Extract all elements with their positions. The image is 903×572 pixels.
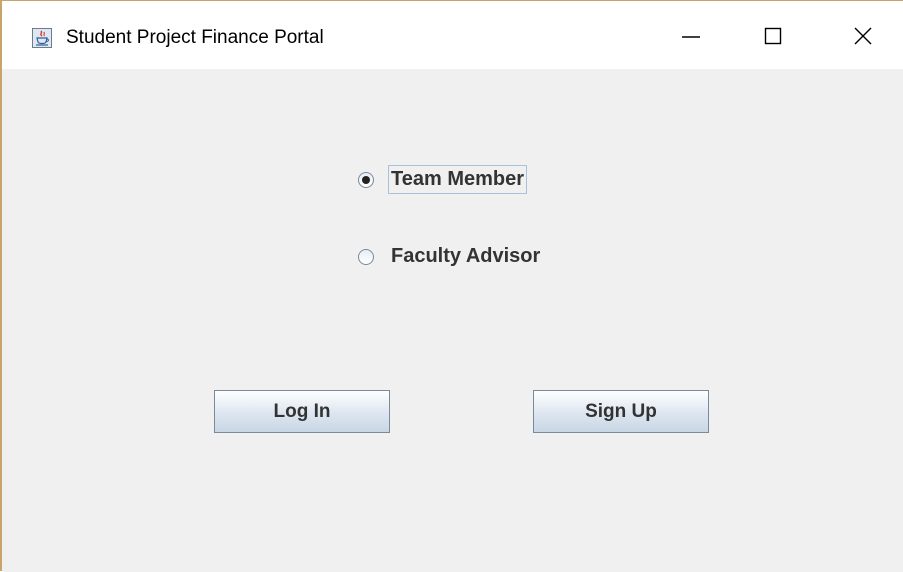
title-bar[interactable]: Student Project Finance Portal: [2, 1, 903, 69]
radio-selected-icon[interactable]: [358, 171, 374, 188]
radio-label-team-member[interactable]: Team Member: [388, 165, 528, 194]
close-button[interactable]: [834, 13, 892, 63]
window-title: Student Project Finance Portal: [66, 27, 324, 48]
radio-label-faculty-advisor[interactable]: Faculty Advisor: [388, 242, 543, 271]
client-area: Team Member Faculty Advisor Log In Sign …: [2, 69, 903, 572]
minimize-button[interactable]: [662, 13, 720, 63]
radio-team-member[interactable]: Team Member: [358, 165, 528, 194]
radio-faculty-advisor[interactable]: Faculty Advisor: [358, 242, 543, 271]
maximize-icon: [763, 26, 783, 51]
radio-dot: [362, 175, 370, 184]
app-window: Student Project Finance Portal Team Memb…: [0, 0, 903, 572]
minimize-icon: [681, 26, 701, 51]
maximize-button[interactable]: [744, 13, 802, 63]
close-icon: [853, 26, 873, 51]
signup-button[interactable]: Sign Up: [533, 390, 709, 433]
login-button[interactable]: Log In: [214, 390, 390, 433]
java-cup-icon[interactable]: [32, 28, 52, 48]
radio-unselected-icon[interactable]: [358, 248, 374, 265]
